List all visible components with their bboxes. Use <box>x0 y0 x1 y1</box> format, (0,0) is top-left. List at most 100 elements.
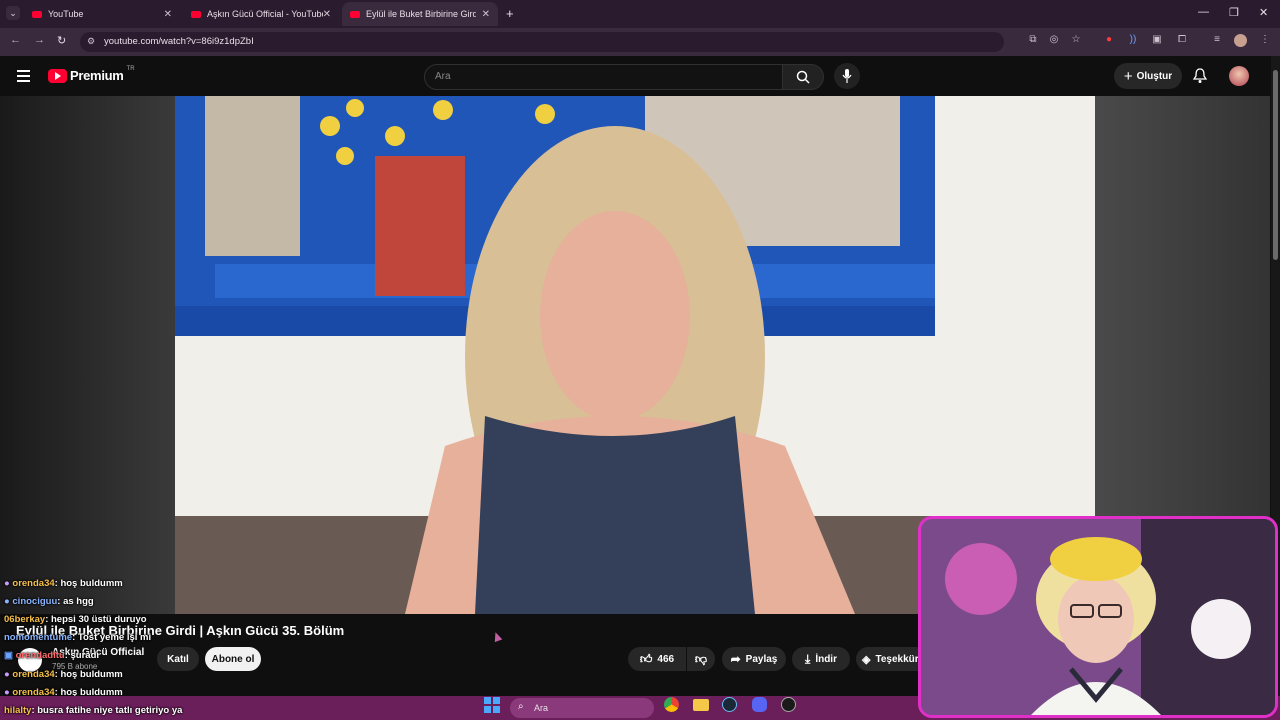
chat-message: nomomentume: Tost yeme işi mi <box>4 632 244 643</box>
chat-message: ▣ orendaditu: şuradı <box>4 650 244 661</box>
chat-text: : busra fatihe niye tatlı getiriyo ya <box>31 705 183 716</box>
discord-icon[interactable] <box>752 697 767 712</box>
browser-tab-askin-gucu[interactable]: Aşkın Gücü Official - YouTube ✕ <box>183 2 339 26</box>
chat-message: ● cinociguu: as hgg <box>4 596 244 607</box>
thanks-button[interactable]: ◈ Teşekkür <box>856 647 919 671</box>
chat-message: 06berkay: hepsi 30 üstü duruyo <box>4 614 244 625</box>
search-placeholder: Ara <box>435 71 451 82</box>
chat-message: hilalty: busra fatihe niye tatlı getiriy… <box>4 705 304 716</box>
reload-icon[interactable]: ↻ <box>57 34 66 47</box>
thumbs-down-icon: 👎︎ <box>694 651 708 666</box>
chat-text: : hoş buldumm <box>54 578 123 589</box>
account-avatar[interactable] <box>1229 66 1249 86</box>
forward-arrow-icon[interactable]: → <box>34 34 45 46</box>
windows-start-icon[interactable] <box>484 697 500 713</box>
reading-list-icon[interactable]: ≡ <box>1211 34 1223 46</box>
youtube-favicon-icon <box>350 10 360 18</box>
dislike-button[interactable]: 👎︎ <box>687 647 715 671</box>
back-arrow-icon[interactable]: ← <box>10 34 21 46</box>
app-icon[interactable] <box>781 697 796 712</box>
taskbar-search[interactable]: ⌕ Ara <box>510 698 654 718</box>
logo-text: Premium <box>70 68 124 83</box>
browser-menu-icon[interactable]: ⋮ <box>1259 34 1271 46</box>
chat-badge-icon: ● <box>4 578 10 589</box>
like-button[interactable]: 👍︎ 466 <box>628 647 686 671</box>
create-label: Oluştur <box>1136 70 1173 82</box>
search-icon <box>796 70 810 84</box>
tab-close-icon[interactable]: ✕ <box>482 9 490 20</box>
chrome-icon[interactable] <box>664 697 679 712</box>
url-text[interactable]: youtube.com/watch?v=86i9z1dpZbI <box>104 36 254 47</box>
notifications-bell-icon[interactable] <box>1192 68 1208 89</box>
thumbs-up-icon: 👍︎ <box>639 651 653 666</box>
thanks-label: Teşekkür <box>875 653 919 665</box>
tab-close-icon[interactable]: ✕ <box>164 9 172 20</box>
chat-username: 06berkay <box>4 614 46 625</box>
search-icon: ⌕ <box>518 701 524 712</box>
create-button[interactable]: + Oluştur <box>1114 63 1182 89</box>
download-button[interactable]: ⤓ İndir <box>792 647 850 671</box>
steam-icon[interactable] <box>722 697 737 712</box>
install-app-icon[interactable]: ⧉ <box>1027 34 1039 46</box>
chat-username: orenda34 <box>12 669 55 680</box>
chat-text: : hoş buldumm <box>54 669 123 680</box>
taskbar-search-placeholder: Ara <box>534 703 549 713</box>
share-label: Paylaş <box>745 653 778 665</box>
browser-tab-youtube[interactable]: YouTube ✕ <box>24 2 180 26</box>
chat-username: orendaditu <box>15 650 65 661</box>
chat-username: cinociguu <box>12 596 58 607</box>
bookmark-star-icon[interactable]: ☆ <box>1070 34 1082 46</box>
chat-text: : hepsi 30 üstü duruyo <box>45 614 147 625</box>
youtube-favicon-icon <box>32 10 42 18</box>
close-window-button[interactable]: ✕ <box>1259 6 1268 19</box>
tab-title: Aşkın Gücü Official - YouTube <box>207 9 323 19</box>
tab-list-dropdown[interactable]: ⌄ <box>6 6 20 20</box>
download-icon: ⤓ <box>805 651 811 666</box>
extension-red-icon[interactable]: ● <box>1103 34 1115 46</box>
download-label: İndir <box>815 653 837 665</box>
chat-badge-icon: ▣ <box>4 650 13 661</box>
hamburger-menu-icon[interactable] <box>17 70 30 82</box>
youtube-logo[interactable]: Premium TR <box>48 65 135 83</box>
search-button[interactable] <box>782 64 824 90</box>
chat-username: nomomentume <box>4 632 73 643</box>
chat-text: : şuradı <box>64 650 100 661</box>
voice-search-button[interactable] <box>834 63 860 89</box>
chat-text: : as hgg <box>57 596 94 607</box>
plus-icon: + <box>1123 67 1133 85</box>
share-arrow-icon: ➦ <box>730 652 741 666</box>
chat-badge-icon: ● <box>4 669 10 680</box>
chat-message: ● orenda34: hoş buldumm <box>4 578 244 589</box>
minimize-button[interactable]: — <box>1198 6 1209 18</box>
eye-off-icon[interactable]: ◎ <box>1048 34 1060 46</box>
logo-region: TR <box>126 65 135 72</box>
super-thanks-icon: ◈ <box>862 653 871 666</box>
youtube-favicon-icon <box>191 10 201 18</box>
tab-close-icon[interactable]: ✕ <box>323 9 331 20</box>
share-button[interactable]: ➦ Paylaş <box>722 647 786 671</box>
new-tab-button[interactable]: + <box>506 6 514 21</box>
ambient-left <box>0 96 175 614</box>
file-explorer-icon[interactable] <box>693 699 709 711</box>
chat-text: : Tost yeme işi mi <box>72 632 152 643</box>
youtube-play-icon <box>48 68 67 83</box>
like-count: 466 <box>657 653 675 665</box>
search-input[interactable]: Ara <box>424 64 784 90</box>
maximize-button[interactable]: ❐ <box>1229 6 1239 19</box>
browser-tab-current-video[interactable]: Eylül ile Buket Birbirine Girdi | A ✕ <box>342 2 498 26</box>
webcam-frame <box>921 519 1275 715</box>
chat-message: ● orenda34: hoş buldumm <box>4 669 244 680</box>
chat-username: orenda34 <box>12 578 55 589</box>
extension-box-icon[interactable]: ▣ <box>1151 34 1163 46</box>
mouse-cursor-icon <box>491 630 503 643</box>
extension-sound-icon[interactable]: )) <box>1127 34 1139 46</box>
site-info-icon[interactable]: ⚙ <box>87 36 95 47</box>
webcam-overlay <box>918 516 1278 718</box>
chat-username: hilalty <box>4 705 32 716</box>
scrollbar-thumb[interactable] <box>1273 70 1278 260</box>
chat-badge-icon: ● <box>4 596 10 607</box>
extensions-puzzle-icon[interactable]: ⧠ <box>1176 34 1188 46</box>
tab-title: Eylül ile Buket Birbirine Girdi | A <box>366 9 476 19</box>
profile-avatar[interactable] <box>1234 34 1247 47</box>
tab-title: YouTube <box>48 9 84 19</box>
